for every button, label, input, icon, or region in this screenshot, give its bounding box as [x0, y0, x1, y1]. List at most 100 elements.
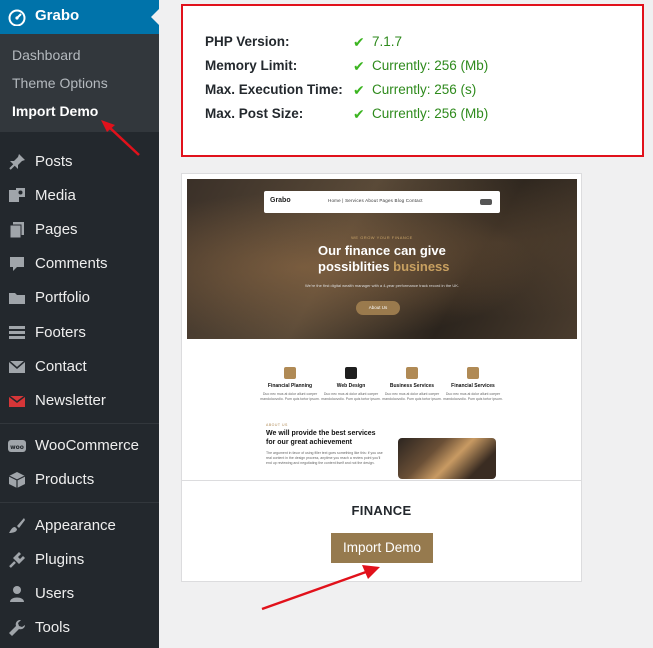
checkmark-icon: ✔ — [353, 58, 365, 74]
sidebar-item-label: Users — [35, 585, 75, 602]
checkmark-icon: ✔ — [353, 106, 365, 122]
brush-icon — [9, 518, 25, 533]
preview-hero: Grabo Home | Services About Pages Blog C… — [187, 179, 577, 339]
service-icon — [467, 367, 479, 379]
preview-about-text: The argument in favor of using filler te… — [266, 451, 383, 465]
service-icon — [284, 367, 296, 379]
checkmark-icon: ✔ — [353, 34, 365, 50]
sidebar-item-appearance[interactable]: Appearance — [0, 512, 159, 540]
card-divider — [182, 480, 581, 481]
requirement-value: Currently: 256 (Mb) — [372, 58, 489, 73]
sidebar-item-newsletter[interactable]: Newsletter — [0, 387, 159, 415]
sidebar-item-pages[interactable]: Pages — [0, 216, 159, 244]
preview-service: Business Services Duo nec mus at dolor a… — [377, 367, 447, 402]
service-text: Duo nec mus at dolor allunt coeper mando… — [382, 392, 442, 401]
requirement-value: 7.1.7 — [372, 34, 403, 49]
requirement-value: Currently: 256 (Mb) — [372, 106, 489, 121]
service-title: Web Design — [336, 383, 366, 389]
import-demo-button[interactable]: Import Demo — [331, 533, 433, 563]
requirement-row: Memory Limit: ✔ Currently: 256 (Mb) — [205, 58, 625, 78]
preview-headline-line2: possiblities — [318, 259, 390, 274]
sidebar-item-contact[interactable]: Contact — [0, 353, 159, 381]
sidebar-brand-label: Grabo — [35, 7, 80, 24]
sidebar-item-label: Contact — [35, 358, 87, 375]
admin-sidebar: Grabo Dashboard Theme Options Import Dem… — [0, 0, 159, 648]
sidebar-item-label: Media — [35, 187, 76, 204]
demo-preview-thumbnail[interactable]: Grabo Home | Services About Pages Blog C… — [187, 179, 577, 479]
submenu-item-import-demo[interactable]: Import Demo — [12, 103, 98, 119]
svg-text:woo: woo — [10, 444, 24, 451]
pushpin-icon — [9, 154, 25, 170]
folder-icon — [9, 293, 25, 304]
preview-service: Financial Planning Duo nec mus at dolor … — [255, 367, 325, 402]
preview-headline-line1: Our finance can give — [318, 243, 446, 258]
preview-about-photo — [398, 438, 496, 479]
sidebar-item-plugins[interactable]: Plugins — [0, 546, 159, 574]
sidebar-item-woocommerce[interactable]: woo WooCommerce — [0, 432, 159, 460]
box-icon — [8, 472, 26, 488]
service-text: Duo nec mus at dolor allunt coeper mando… — [443, 392, 503, 401]
preview-about-title: We will provide the best services for ou… — [266, 430, 376, 446]
service-icon — [345, 367, 357, 379]
requirement-name: Max. Execution Time: — [205, 82, 343, 97]
user-icon — [10, 586, 24, 602]
sidebar-item-tools[interactable]: Tools — [0, 614, 159, 642]
sidebar-item-label: Posts — [35, 153, 73, 170]
service-icon — [406, 367, 418, 379]
dashboard-gauge-icon — [8, 9, 26, 26]
requirement-name: Max. Post Size: — [205, 106, 304, 121]
preview-cta-button: About Us — [356, 301, 400, 315]
service-title: Financial Services — [451, 383, 495, 389]
menu-separator — [0, 423, 159, 424]
media-icon — [9, 188, 25, 202]
sidebar-item-label: Plugins — [35, 551, 85, 568]
mail-icon — [8, 360, 26, 373]
sidebar-item-portfolio[interactable]: Portfolio — [0, 284, 159, 312]
demo-card: Grabo Home | Services About Pages Blog C… — [181, 173, 582, 582]
preview-nav-links: Home | Services About Pages Blog Contact — [328, 198, 423, 203]
sidebar-item-footers[interactable]: Footers — [0, 319, 159, 347]
demo-name: FINANCE — [351, 503, 412, 518]
sidebar-item-label: Pages — [35, 221, 78, 238]
requirement-row: Max. Post Size: ✔ Currently: 256 (Mb) — [205, 106, 625, 126]
sidebar-brand[interactable]: Grabo — [0, 0, 159, 34]
system-requirements-box: PHP Version: ✔ 7.1.7 Memory Limit: ✔ Cur… — [181, 4, 644, 157]
sidebar-item-products[interactable]: Products — [0, 466, 159, 494]
pages-icon — [9, 222, 24, 239]
sidebar-item-label: Tools — [35, 619, 71, 636]
sidebar-item-posts[interactable]: Posts — [0, 148, 159, 176]
preview-about-eyebrow: ABOUT US — [266, 423, 288, 427]
sidebar-item-label: WooCommerce — [35, 437, 139, 454]
plug-icon — [9, 552, 25, 568]
preview-navbar: Grabo Home | Services About Pages Blog C… — [264, 191, 500, 213]
sidebar-item-label: Products — [35, 471, 95, 488]
sidebar-item-label: Footers — [35, 324, 86, 341]
requirement-row: PHP Version: ✔ 7.1.7 — [205, 34, 625, 54]
preview-service: Web Design Duo nec mus at dolor allunt c… — [316, 367, 386, 402]
preview-logo: Grabo — [270, 197, 291, 204]
sidebar-item-users[interactable]: Users — [0, 580, 159, 608]
sidebar-item-label: Appearance — [35, 517, 116, 534]
newsletter-icon — [8, 395, 26, 407]
grabo-submenu: Dashboard Theme Options Import Demo — [0, 34, 159, 132]
requirement-name: PHP Version: — [205, 34, 290, 49]
footer-icon — [9, 326, 25, 339]
checkmark-icon: ✔ — [353, 82, 365, 98]
comment-icon — [10, 257, 24, 271]
wrench-icon — [9, 620, 25, 636]
preview-cart-icon — [480, 199, 492, 205]
current-menu-notch — [151, 9, 159, 25]
submenu-item-theme-options[interactable]: Theme Options — [12, 75, 108, 91]
requirement-value: Currently: 256 (s) — [372, 82, 477, 97]
sidebar-item-label: Newsletter — [35, 392, 106, 409]
service-title: Financial Planning — [267, 383, 313, 389]
preview-headline-accent: business — [393, 259, 450, 274]
sidebar-item-label: Portfolio — [35, 289, 91, 306]
service-text: Duo nec mus at dolor allunt coeper mando… — [260, 392, 320, 401]
sidebar-item-media[interactable]: Media — [0, 182, 159, 210]
woo-icon: woo — [8, 440, 26, 452]
preview-headline: Our finance can give possiblities busine… — [318, 243, 488, 275]
submenu-item-dashboard[interactable]: Dashboard — [12, 47, 81, 63]
service-title: Business Services — [389, 383, 435, 389]
sidebar-item-comments[interactable]: Comments — [0, 250, 159, 278]
